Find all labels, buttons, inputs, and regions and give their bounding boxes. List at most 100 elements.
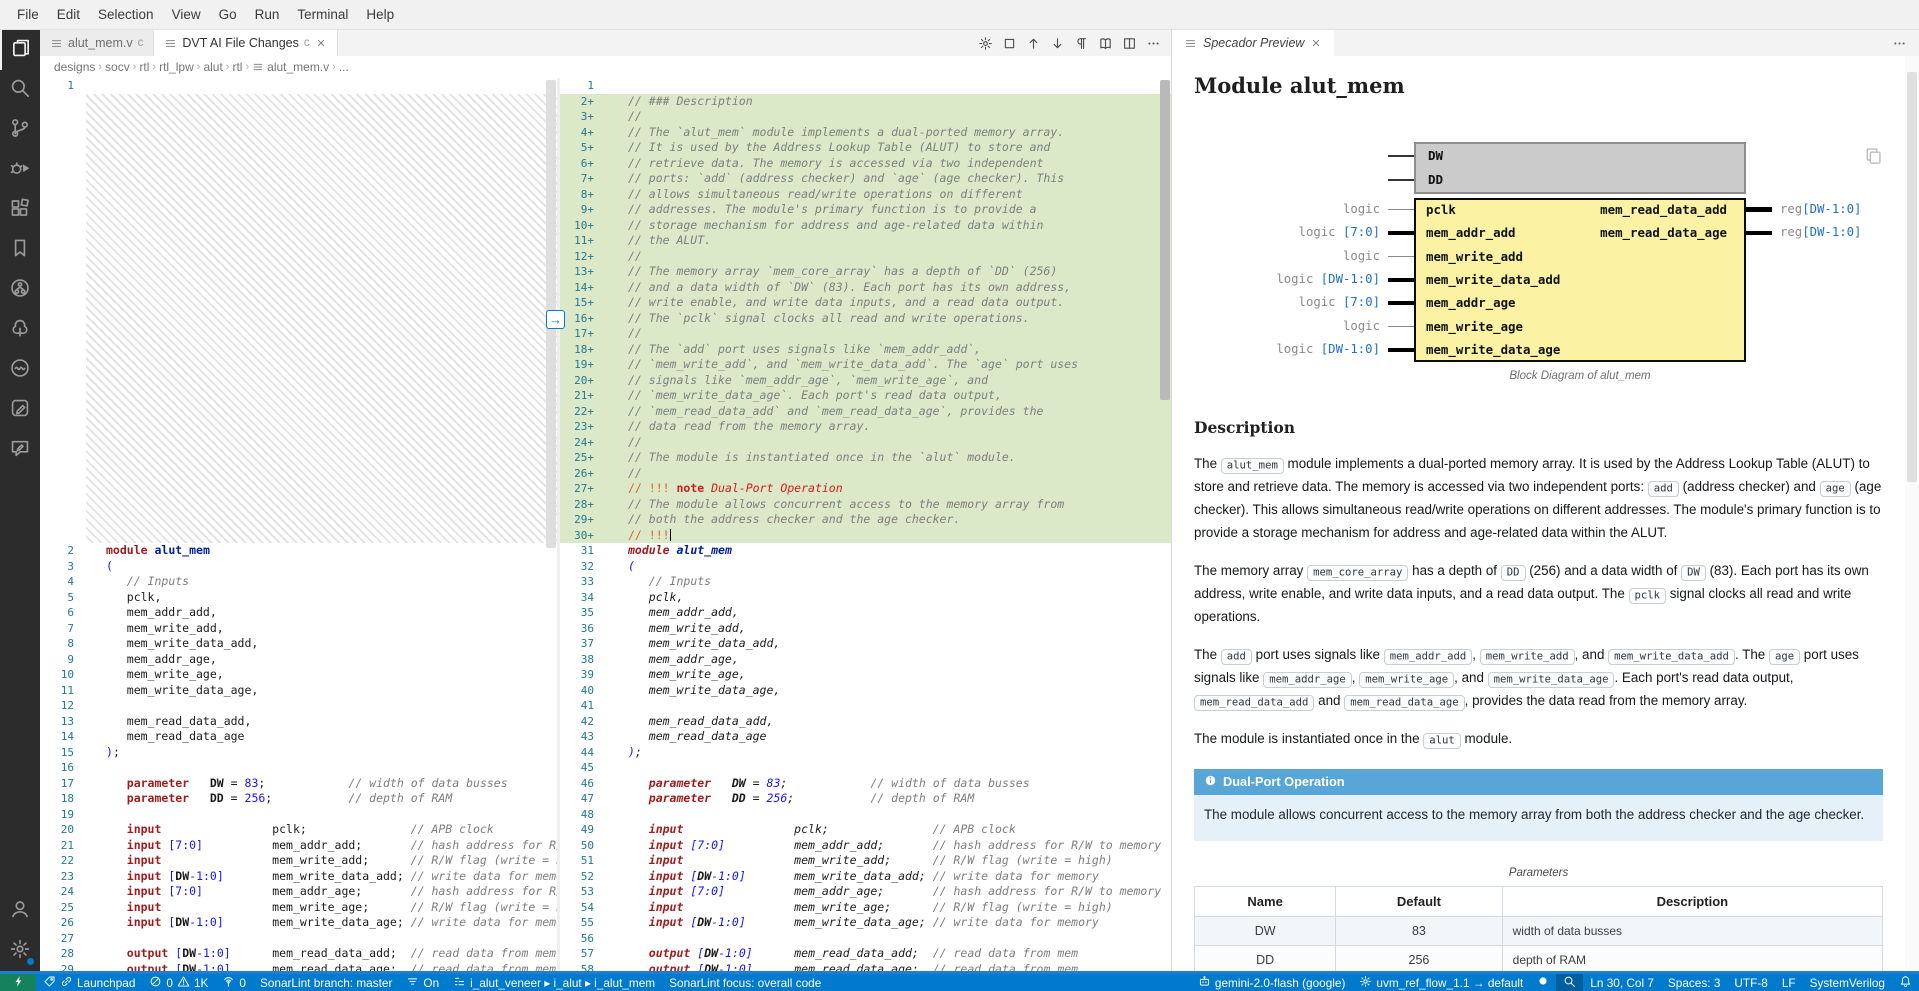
notifications-bell[interactable] (1892, 974, 1919, 991)
breadcrumb-item--[interactable]: ... (339, 60, 349, 74)
preview-scrollbar-thumb[interactable] (1907, 72, 1917, 482)
menu-item-run[interactable]: Run (246, 3, 289, 26)
breadcrumb-item-alut-mem-v[interactable]: alut_mem.v (252, 60, 329, 74)
menu-item-selection[interactable]: Selection (89, 3, 163, 26)
activity-account-button[interactable] (0, 891, 40, 931)
list-lines-icon (164, 37, 177, 50)
code-line: 54 input mem_write_age; // R/W flag (wri… (560, 900, 1171, 916)
pilcrow-icon[interactable] (1071, 33, 1091, 53)
breadcrumb-separator: › (245, 61, 249, 73)
code-line: 53 input [7:0] mem_addr_age; // hash add… (560, 884, 1171, 900)
activity-files-button[interactable] (0, 30, 40, 70)
remote-indicator[interactable] (0, 974, 36, 991)
ai-model-button[interactable]: gemini-2.0-flash (google) (1191, 974, 1353, 991)
menu-item-file[interactable]: File (8, 3, 48, 26)
status-label: LF (1782, 976, 1796, 990)
flow-button[interactable]: uvm_ref_flow_1.1 → default (1352, 974, 1530, 991)
sonarlint-focus[interactable]: SonarLint focus: overall code (662, 974, 828, 991)
menu-item-terminal[interactable]: Terminal (288, 3, 357, 26)
more-icon[interactable] (1143, 33, 1163, 53)
close-icon[interactable] (315, 37, 327, 49)
code-line: 23 input [DW-1:0] mem_write_data_add; //… (40, 869, 557, 885)
code-text: // (606, 249, 1171, 265)
breadcrumb-item-rtl[interactable]: rtl (139, 60, 149, 74)
code-line: 16+// The `pclk` signal clocks all read … (560, 311, 1171, 327)
close-icon[interactable] (1310, 37, 1322, 49)
menu-item-view[interactable]: View (163, 3, 210, 26)
code-line: 18+// The `add` port uses signals like `… (560, 342, 1171, 358)
tab-alut-mem-v[interactable]: alut_mem.vc (40, 30, 154, 56)
tab-dvt-ai-file-changes[interactable]: DVT AI File Changesc (154, 30, 337, 56)
menu-item-edit[interactable]: Edit (48, 3, 89, 26)
right-scrollbar-thumb[interactable] (1160, 80, 1170, 400)
description-heading: Description (1194, 418, 1883, 437)
eol[interactable]: LF (1775, 974, 1803, 991)
activity-tree-button[interactable] (0, 310, 40, 350)
instance-path[interactable]: i_alut_veneer ▸ i_alut ▸ i_alut_mem (446, 974, 662, 991)
inline-code: mem_write_data_add (1608, 649, 1735, 665)
code-text: mem_write_add, (606, 621, 1171, 637)
activity-run-debug-button[interactable] (0, 150, 40, 190)
preview-scrollbar[interactable] (1905, 56, 1919, 971)
arrow-up-icon[interactable] (1023, 33, 1043, 53)
activity-note-edit-button[interactable] (0, 390, 40, 430)
status-label: SonarLint focus: overall code (669, 976, 821, 990)
activity-extensions-button[interactable] (0, 190, 40, 230)
breadcrumb-item-rtl-lpw[interactable]: rtl_lpw (159, 60, 194, 74)
encoding[interactable]: UTF-8 (1727, 974, 1774, 991)
copy-icon[interactable] (1864, 146, 1883, 169)
preview-content: Module alut_mem DWDDpclklogicmem_addr_ad… (1172, 56, 1919, 971)
arrow-down-icon[interactable] (1047, 33, 1067, 53)
book-icon[interactable] (1095, 33, 1115, 53)
problems-button[interactable]: 01K (142, 974, 215, 991)
code-text: input [DW-1:0] mem_write_data_add; // wr… (606, 869, 1171, 885)
menu-item-help[interactable]: Help (357, 3, 403, 26)
code-line: 21 input [7:0] mem_addr_add; // hash add… (40, 838, 557, 854)
line-number: 1 (560, 78, 606, 94)
code-line: 30+// !!! (560, 528, 1171, 544)
square-icon[interactable] (999, 33, 1019, 53)
language-mode[interactable]: SystemVerilog (1803, 974, 1892, 991)
left-scrollbar[interactable] (545, 78, 557, 971)
line-number: 19 (40, 807, 86, 823)
broadcast-icon (222, 975, 235, 991)
search-button[interactable] (1556, 974, 1583, 991)
breadcrumb-item-designs[interactable]: designs (54, 60, 95, 74)
code-line: 14+// and a data width of `DW` (83). Eac… (560, 280, 1171, 296)
gear-icon[interactable] (975, 33, 995, 53)
launchpad-button[interactable]: Launchpad (36, 974, 142, 991)
sonarlint-branch[interactable]: SonarLint branch: master (253, 974, 399, 991)
diff-revert-arrow-button[interactable]: → (546, 310, 565, 329)
indentation[interactable]: Spaces: 3 (1661, 974, 1727, 991)
line-number: 37 (560, 636, 606, 652)
ports-button[interactable]: 0 (215, 974, 253, 991)
files-icon (10, 37, 32, 64)
code-line: 3+// (560, 109, 1171, 125)
cursor-position[interactable]: Ln 30, Col 7 (1583, 974, 1661, 991)
code-text: // The `pclk` signal clocks all read and… (606, 311, 1171, 327)
breadcrumb-item-alut[interactable]: alut (203, 60, 222, 74)
activity-bookmark-button[interactable] (0, 230, 40, 270)
tab-specador-preview[interactable]: Specador Preview (1172, 30, 1334, 56)
more-actions-icon[interactable] (1892, 30, 1919, 56)
right-scrollbar[interactable] (1159, 78, 1171, 971)
activity-settings-gear-button[interactable] (0, 931, 40, 971)
activity-comment-edit-button[interactable] (0, 430, 40, 470)
code-text: // Inputs (606, 574, 1171, 590)
breadcrumb-item-rtl[interactable]: rtl (232, 60, 242, 74)
activity-verification-button[interactable] (0, 270, 40, 310)
code-text: ( (606, 559, 1171, 575)
status-label: gemini-2.0-flash (google) (1215, 976, 1346, 990)
account-icon (9, 898, 31, 925)
activity-search-button[interactable] (0, 70, 40, 110)
activity-chat-button[interactable] (0, 350, 40, 390)
toggle-dot[interactable] (1530, 974, 1556, 991)
filter-toggle[interactable]: On (399, 974, 446, 991)
breadcrumb-item-socv[interactable]: socv (105, 60, 130, 74)
preview-panel: Specador Preview Module alut_mem DWDDpcl… (1171, 30, 1919, 971)
split-editor-icon[interactable] (1119, 33, 1139, 53)
diff-modified-pane[interactable]: 12+// ### Description3+//4+// The `alut_… (560, 78, 1171, 971)
diff-original-pane[interactable]: 12module alut_mem3(4 // Inputs5 pclk,6 m… (40, 78, 557, 971)
activity-source-control-button[interactable] (0, 110, 40, 150)
menu-item-go[interactable]: Go (210, 3, 246, 26)
